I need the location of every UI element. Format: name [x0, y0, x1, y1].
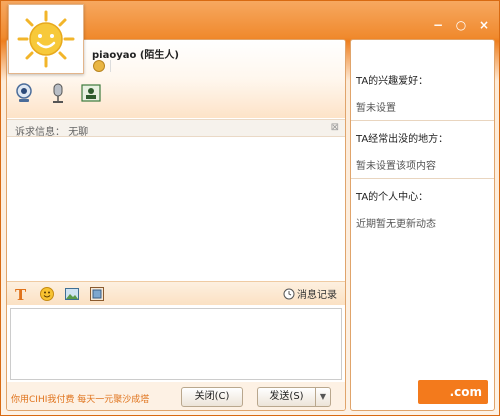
message-input[interactable] — [10, 308, 342, 380]
avatar[interactable] — [8, 4, 84, 74]
close-button[interactable]: 关闭(C) — [181, 387, 243, 407]
history-label: 消息记录 — [297, 290, 337, 301]
maximize-button[interactable]: ○ — [454, 18, 468, 32]
message-history[interactable] — [7, 138, 345, 281]
divider — [110, 60, 111, 72]
font-icon[interactable]: T — [14, 286, 30, 302]
haunts-title: TA经常出没的地方： — [356, 134, 449, 145]
chat-window: − ○ × piaoyao (陌生人) 诉求信息： 无聊 ⊠ T 消息记录 你用… — [0, 0, 500, 416]
personal-center-value: 近期暂无更新动态 — [356, 219, 436, 230]
promo-link[interactable]: 你用CIHI我付费 每天一元聚沙成塔 — [11, 392, 149, 405]
interests-title: TA的兴趣爱好： — [356, 76, 429, 87]
request-label: 诉求信息： — [15, 127, 65, 138]
screenshot-icon[interactable] — [89, 286, 105, 302]
close-icon[interactable]: ⊠ — [331, 122, 339, 133]
status-icon[interactable] — [93, 60, 105, 72]
send-button[interactable]: 发送(S) — [257, 387, 315, 407]
microphone-icon[interactable] — [47, 82, 69, 104]
action-bar: 你用CIHI我付费 每天一元聚沙成塔 关闭(C) 发送(S) ▼ — [7, 382, 345, 410]
emoji-icon[interactable] — [39, 286, 55, 302]
contact-name: piaoyao (陌生人) — [92, 50, 179, 61]
clock-icon — [283, 288, 295, 299]
personal-center-section: TA的个人中心： 近期暂无更新动态 — [351, 188, 494, 230]
svg-text:T: T — [15, 286, 27, 302]
window-controls: − ○ × — [431, 18, 491, 32]
conversation-panel: piaoyao (陌生人) 诉求信息： 无聊 ⊠ T 消息记录 你用CIHI我付… — [6, 39, 346, 411]
contact-card-icon[interactable] — [80, 82, 102, 104]
sun-avatar-icon — [17, 10, 75, 68]
image-icon[interactable] — [64, 286, 80, 302]
request-value: 无聊 — [68, 127, 89, 138]
haunts-section: TA经常出没的地方： 暂未设置该项内容 — [351, 130, 494, 172]
brand-logo: .com — [418, 380, 488, 404]
send-options-button[interactable]: ▼ — [315, 387, 331, 407]
request-info-bar: 诉求信息： 无聊 ⊠ — [7, 119, 345, 138]
interests-value: 暂未设置 — [356, 103, 396, 114]
interests-section: TA的兴趣爱好： 暂未设置 — [351, 72, 494, 114]
personal-center-title: TA的个人中心： — [356, 192, 429, 203]
minimize-button[interactable]: − — [431, 18, 445, 32]
contact-info-panel: TA的兴趣爱好： 暂未设置 TA经常出没的地方： 暂未设置该项内容 TA的个人中… — [350, 39, 495, 411]
haunts-value: 暂未设置该项内容 — [356, 161, 436, 172]
message-history-button[interactable]: 消息记录 — [283, 286, 337, 301]
webcam-icon[interactable] — [13, 82, 35, 104]
divider — [351, 178, 494, 179]
close-window-button[interactable]: × — [477, 18, 491, 32]
input-toolbar: T 消息记录 — [7, 281, 345, 305]
divider — [351, 120, 494, 121]
